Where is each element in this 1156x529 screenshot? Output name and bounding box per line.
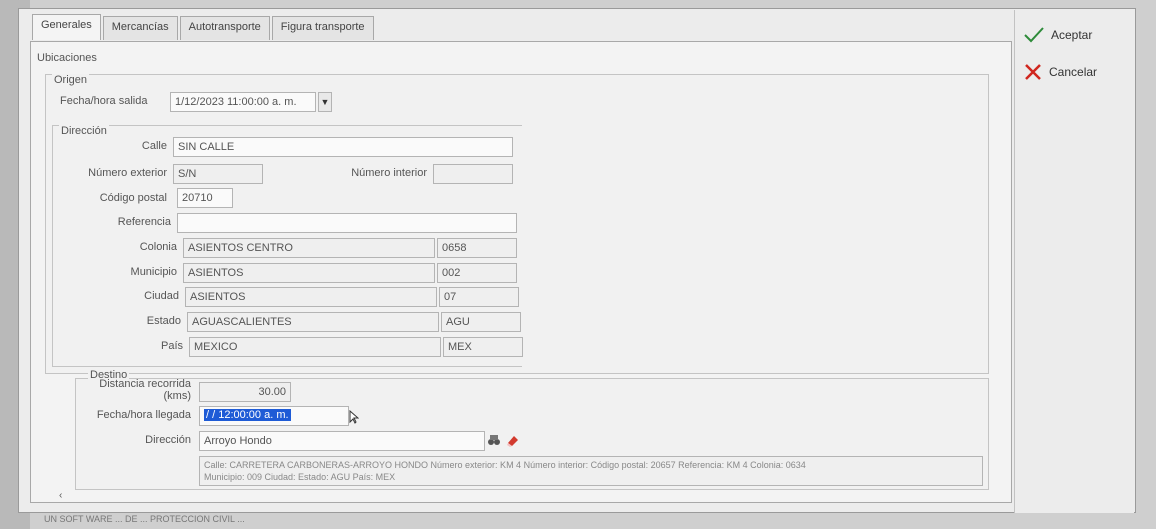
numero-interior-field[interactable] [433,164,513,184]
referencia-field[interactable] [177,213,517,233]
fecha-llegada-label: Fecha/hora llegada [96,409,191,421]
pais-code-field[interactable]: MEX [443,337,523,357]
estado-label: Estado [146,315,181,327]
direccion-detalle-line1: Calle: CARRETERA CARBONERAS-ARROYO HONDO… [204,460,806,470]
colonia-field[interactable]: ASIENTOS CENTRO [183,238,435,258]
x-icon [1023,62,1043,82]
colonia-label: Colonia [139,241,177,253]
municipio-label: Municipio [130,266,177,278]
fecha-salida-field[interactable]: 1/12/2023 11:00:00 a. m. [170,92,316,112]
ciudad-label: Ciudad [144,290,179,302]
distancia-label-line1: Distancia recorrida [99,378,191,390]
tab-bar: Generales Mercancías Autotransporte Figu… [32,14,376,42]
direccion-label: Dirección [59,125,109,137]
check-icon [1023,26,1045,44]
numero-exterior-label: Número exterior [88,167,167,179]
binoculars-icon[interactable] [487,433,501,447]
estado-field[interactable]: AGUASCALIENTES [187,312,439,332]
municipio-code-field[interactable]: 002 [437,263,517,283]
municipio-field[interactable]: ASIENTOS [183,263,435,283]
direccion-detalle-line2: Municipio: 009 Ciudad: Estado: AGU País:… [204,472,396,482]
fecha-salida-label: Fecha/hora salida [60,95,148,107]
calle-field[interactable]: SIN CALLE [173,137,513,157]
direccion-detalle: Calle: CARRETERA CARBONERAS-ARROYO HONDO… [199,456,983,486]
ciudad-code-field[interactable]: 07 [439,287,519,307]
distancia-label: Distancia recorrida (kms) [81,378,191,402]
fecha-llegada-selected: / / 12:00:00 a. m. [204,409,291,421]
distancia-label-line2: (kms) [163,390,192,402]
referencia-label: Referencia [117,216,171,228]
numero-exterior-field[interactable]: S/N [173,164,263,184]
eraser-icon[interactable] [505,432,521,448]
fecha-llegada-field[interactable]: / / 12:00:00 a. m. [199,406,349,426]
scroll-left-icon[interactable]: ‹ [59,490,62,501]
cancelar-button[interactable]: Cancelar [1023,62,1097,82]
cursor-icon [349,409,360,424]
numero-interior-label: Número interior [351,167,427,179]
action-sidebar: Aceptar Cancelar [1014,10,1134,513]
pais-field[interactable]: MEXICO [189,337,441,357]
origen-label: Origen [52,74,90,86]
direccion-destino-field[interactable]: Arroyo Hondo [199,431,485,451]
distancia-field[interactable]: 30.00 [199,382,291,402]
aceptar-button[interactable]: Aceptar [1023,26,1092,44]
direccion-destino-label: Dirección [145,434,191,446]
tab-mercancias[interactable]: Mercancías [102,16,178,40]
estado-code-field[interactable]: AGU [441,312,521,332]
codigo-postal-label: Código postal [99,192,167,204]
tab-autotransporte[interactable]: Autotransporte [179,16,270,40]
ciudad-field[interactable]: ASIENTOS [185,287,437,307]
status-bar-text: UN SOFT WARE ... DE ... PROTECCION CIVIL… [44,514,245,524]
ubicaciones-label: Ubicaciones [37,52,97,64]
generales-panel: Ubicaciones Origen Fecha/hora salida 1/1… [30,41,1012,503]
tab-generales[interactable]: Generales [32,14,101,40]
pais-label: País [160,340,183,352]
dropdown-arrow-icon[interactable]: ▼ [318,92,332,112]
aceptar-label: Aceptar [1051,28,1093,42]
cancelar-label: Cancelar [1049,65,1098,79]
tab-figura-transporte[interactable]: Figura transporte [271,16,374,40]
codigo-postal-field[interactable]: 20710 [177,188,233,208]
colonia-code-field[interactable]: 0658 [437,238,517,258]
calle-label: Calle [141,140,167,152]
